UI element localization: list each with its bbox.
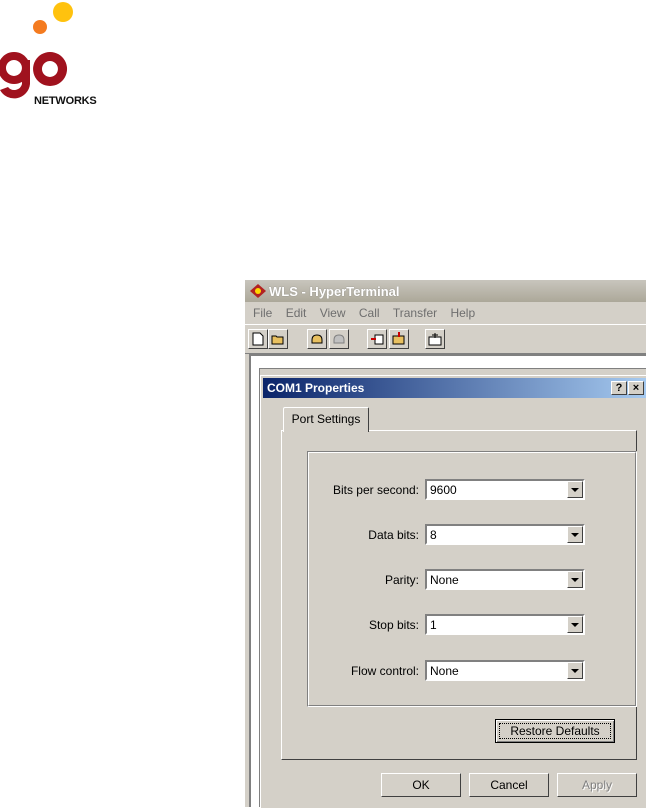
toolbar — [245, 324, 646, 354]
receive-button[interactable] — [389, 329, 409, 349]
chevron-down-icon[interactable] — [567, 662, 583, 679]
menu-edit[interactable]: Edit — [286, 303, 307, 323]
com1-properties-dialog: COM1 Properties ? × Port Settings Bits p… — [260, 375, 646, 808]
go-networks-logo: NETWORKS — [0, 0, 110, 110]
send-button[interactable] — [367, 329, 387, 349]
menu-file[interactable]: File — [253, 303, 272, 323]
hyperterminal-app-icon — [250, 284, 266, 298]
parity-value: None — [430, 573, 459, 587]
window-titlebar[interactable]: WLS - HyperTerminal — [245, 280, 646, 302]
bits-per-second-value: 9600 — [430, 483, 457, 497]
chevron-down-icon[interactable] — [567, 526, 583, 543]
apply-button[interactable]: Apply — [557, 773, 637, 797]
send-file-icon — [371, 334, 384, 345]
open-button[interactable] — [268, 329, 288, 349]
stop-bits-select[interactable]: 1 — [425, 614, 585, 635]
bits-per-second-select[interactable]: 9600 — [425, 479, 585, 500]
tab-port-settings[interactable]: Port Settings — [283, 407, 369, 432]
logo-mark-icon — [0, 2, 73, 99]
parity-select[interactable]: None — [425, 569, 585, 590]
ok-button[interactable]: OK — [381, 773, 461, 797]
menu-bar: File Edit View Call Transfer Help — [245, 303, 646, 323]
restore-defaults-button[interactable]: Restore Defaults — [495, 719, 615, 743]
disconnect-button[interactable] — [329, 329, 349, 349]
menu-transfer[interactable]: Transfer — [393, 303, 437, 323]
call-button[interactable] — [307, 329, 327, 349]
phone-disconnect-icon — [333, 334, 345, 344]
flow-control-value: None — [430, 664, 459, 678]
cancel-button[interactable]: Cancel — [469, 773, 549, 797]
flow-control-select[interactable]: None — [425, 660, 585, 681]
data-bits-select[interactable]: 8 — [425, 524, 585, 545]
help-button[interactable]: ? — [611, 381, 627, 395]
chevron-down-icon[interactable] — [567, 481, 583, 498]
close-button[interactable]: × — [628, 381, 644, 395]
dialog-titlebar[interactable]: COM1 Properties ? × — [263, 378, 646, 398]
focus-rect — [499, 723, 611, 739]
stop-bits-value: 1 — [430, 618, 437, 632]
window-title: WLS - HyperTerminal — [269, 284, 400, 299]
phone-icon — [311, 334, 323, 344]
data-bits-label: Data bits: — [368, 528, 419, 542]
menu-view[interactable]: View — [320, 303, 346, 323]
dialog-title: COM1 Properties — [267, 381, 365, 395]
receive-file-icon — [392, 332, 405, 345]
flow-control-label: Flow control: — [350, 664, 419, 678]
parity-label: Parity: — [384, 573, 419, 587]
stop-bits-label: Stop bits: — [368, 618, 419, 632]
folder-open-icon — [271, 335, 284, 345]
data-bits-value: 8 — [430, 528, 437, 542]
properties-icon — [428, 333, 442, 346]
properties-button[interactable] — [425, 329, 445, 349]
menu-call[interactable]: Call — [359, 303, 380, 323]
chevron-down-icon[interactable] — [567, 571, 583, 588]
chevron-down-icon[interactable] — [567, 616, 583, 633]
new-file-button[interactable] — [248, 329, 268, 349]
bits-per-second-label: Bits per second: — [332, 483, 419, 497]
new-file-icon — [252, 332, 264, 346]
menu-help[interactable]: Help — [450, 303, 475, 323]
logo-networks-text: NETWORKS — [34, 95, 97, 107]
